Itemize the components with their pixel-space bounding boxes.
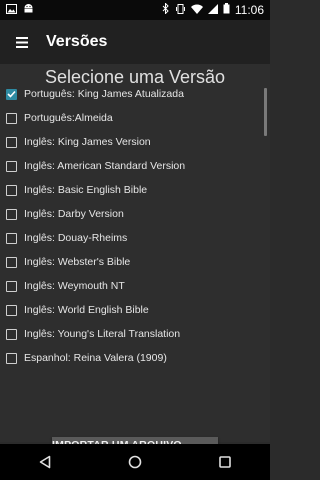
version-item-label: Inglês: American Standard Version [24,160,186,172]
version-list: Português: King James Atualizada Portuguê… [0,82,262,370]
bluetooth-icon [162,2,170,17]
version-item[interactable]: Inglês: American Standard Version [0,154,262,178]
checkbox[interactable] [6,184,17,196]
toolbar: Versões [0,20,270,64]
page-title: Versões [46,33,108,50]
battery-icon [223,3,230,17]
status-time: 11:06 [234,3,264,17]
scrollbar[interactable] [264,88,267,136]
checkbox[interactable] [6,112,17,124]
checkbox[interactable] [6,328,17,340]
status-bar: 11:06 [0,0,270,20]
version-item-label: Inglês: Young's Literal Translation [24,328,181,340]
version-item-label: Português:Almeida [24,112,113,124]
version-item[interactable]: Inglês: Webster's Bible [0,250,262,274]
home-icon[interactable] [120,447,150,477]
checkbox[interactable] [6,280,17,292]
back-icon[interactable] [30,447,60,477]
signal-icon [207,3,218,17]
recents-icon[interactable] [210,447,240,477]
gallery-icon [6,3,17,17]
version-item[interactable]: Espanhol: Reina Valera (1909) [0,346,262,370]
version-item-label: Inglês: Darby Version [24,208,124,220]
checkbox[interactable] [6,256,17,268]
version-item[interactable]: Inglês: Weymouth NT [0,274,262,298]
version-item-label: Inglês: Webster's Bible [24,256,131,268]
version-item-label: Inglês: King James Version [24,136,151,148]
version-item[interactable]: Inglês: Young's Literal Translation [0,322,262,346]
checkbox[interactable] [6,208,17,220]
version-item[interactable]: Inglês: World English Bible [0,298,262,322]
check-icon [7,90,16,98]
version-item-label: Inglês: World English Bible [24,304,149,316]
checkbox[interactable] [6,352,17,364]
wifi-icon [190,3,203,17]
checkbox[interactable] [6,304,17,316]
vibrate-icon [175,3,186,17]
menu-icon[interactable] [12,32,32,52]
checkbox[interactable] [6,136,17,148]
version-item-label: Inglês: Weymouth NT [24,280,125,292]
version-item-label: Inglês: Basic English Bible [24,184,148,196]
version-item-label: Português: King James Atualizada [24,88,184,100]
checkbox[interactable] [6,160,17,172]
android-icon [23,3,34,17]
version-item[interactable]: Português: King James Atualizada [0,82,262,106]
version-item-label: Inglês: Douay-Rheims [24,232,128,244]
version-item[interactable]: Inglês: Darby Version [0,202,262,226]
nav-bar [0,444,270,480]
version-item[interactable]: Português:Almeida [0,106,262,130]
checkbox[interactable] [6,232,17,244]
checkbox-checked[interactable] [6,88,17,100]
version-item[interactable]: Inglês: Douay-Rheims [0,226,262,250]
version-item[interactable]: Inglês: King James Version [0,130,262,154]
version-item-label: Espanhol: Reina Valera (1909) [24,352,167,364]
version-item[interactable]: Inglês: Basic English Bible [0,178,262,202]
version-list-screen: Selecione uma Versão Português: King Jam… [0,64,270,465]
